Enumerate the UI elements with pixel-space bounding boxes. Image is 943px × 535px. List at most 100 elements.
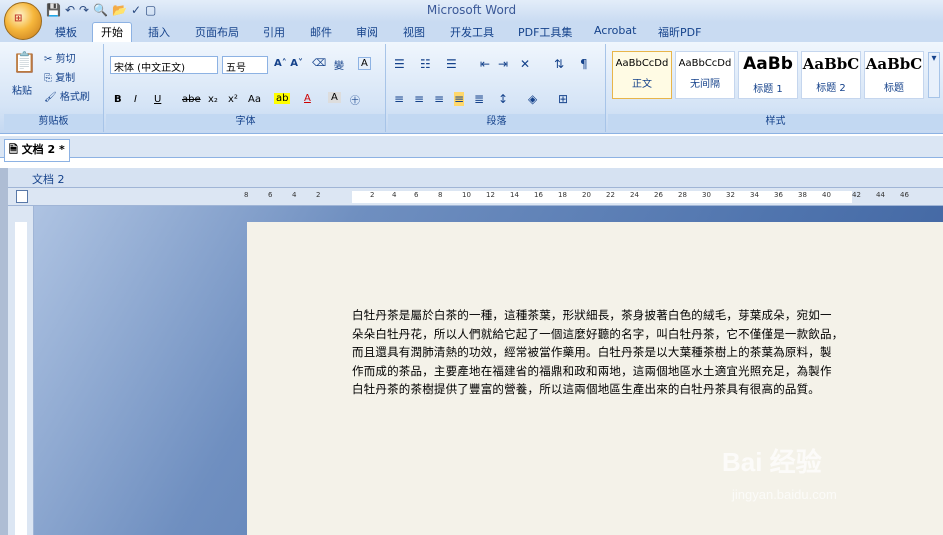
align-center-icon[interactable]: ≡ (414, 92, 424, 106)
document-tab[interactable]: 🗎 文档 2 * (4, 139, 70, 162)
text-line: 白牡丹茶的茶樹提供了豐富的營養，所以這兩個地區生產出來的白牡丹茶具有很高的品質。 (352, 382, 820, 396)
tab-selector-icon[interactable] (16, 190, 28, 203)
show-marks-icon[interactable]: ¶ (580, 57, 588, 71)
ruler-tick: 6 (414, 191, 419, 199)
line-spacing-icon[interactable]: ↕ (498, 92, 508, 106)
tab-page-layout[interactable]: 页面布局 (195, 24, 239, 40)
style-name: 标题 2 (816, 83, 846, 94)
style-preview: AaBbCcDd (678, 58, 732, 69)
cut-button[interactable]: ✂ 剪切 (44, 50, 76, 65)
italic-button[interactable]: I (134, 94, 137, 105)
decrease-indent-icon[interactable]: ⇤ (480, 57, 490, 71)
ruler-tick: 38 (798, 191, 807, 199)
tab-references[interactable]: 引用 (263, 24, 285, 40)
borders-icon[interactable]: ⊞ (558, 92, 568, 106)
phonetic-guide-button[interactable]: 變 (334, 57, 344, 72)
clipboard-group-label: 剪贴板 (4, 114, 103, 130)
paste-button[interactable]: 粘贴 (12, 82, 32, 97)
font-color-button[interactable]: A (304, 93, 311, 104)
ribbon-tabs: 模板 开始 插入 页面布局 引用 邮件 审阅 视图 开发工具 PDF工具集 Ac… (0, 22, 943, 43)
copy-label: 复制 (55, 73, 76, 84)
char-border-button[interactable]: A (358, 57, 371, 70)
distributed-icon[interactable]: ≣ (474, 92, 484, 106)
ruler-tick: 2 (370, 191, 375, 199)
vertical-ruler[interactable] (8, 206, 34, 535)
copy-icon: ⎘ (44, 73, 56, 84)
style-heading-1[interactable]: AaBb 标题 1 (738, 51, 798, 99)
ruler-tick: 42 (852, 191, 861, 199)
strikethrough-button[interactable]: abe (182, 94, 201, 105)
align-right-icon[interactable]: ≡ (434, 92, 444, 106)
tab-template[interactable]: 模板 (55, 24, 77, 40)
style-preview: AaBb (743, 54, 793, 74)
ruler-tick: 18 (558, 191, 567, 199)
tab-home[interactable]: 开始 (92, 22, 132, 43)
scissors-icon: ✂ (44, 54, 56, 65)
ruler-tick: 4 (392, 191, 397, 199)
document-tab-bar: 🗎 文档 2 * (0, 136, 943, 162)
styles-more-button[interactable]: ▾ (928, 52, 940, 98)
document-window-title: 文档 2 (8, 168, 943, 188)
style-heading-2[interactable]: AaBbC 标题 2 (801, 51, 861, 99)
sort-icon[interactable]: ⇅ (554, 57, 564, 71)
ruler-tick: 32 (726, 191, 735, 199)
ruler-tick: 28 (678, 191, 687, 199)
bullets-icon[interactable]: ☰ (394, 57, 405, 71)
ruler-tick: 22 (606, 191, 615, 199)
enclose-chars-button[interactable]: ㊉ (350, 92, 360, 107)
paragraph-group-label: 段落 (388, 114, 605, 130)
tab-insert[interactable]: 插入 (148, 24, 170, 40)
ruler-tick: 46 (900, 191, 909, 199)
ruler-tick: 2 (316, 191, 321, 199)
cut-label: 剪切 (55, 54, 76, 65)
char-shading-button[interactable]: A (328, 92, 341, 103)
tab-acrobat[interactable]: Acrobat (594, 24, 636, 37)
tab-mailings[interactable]: 邮件 (310, 24, 332, 40)
style-preview: AaBbC (802, 55, 860, 73)
tab-foxit-pdf[interactable]: 福昕PDF (658, 24, 701, 40)
style-name: 正文 (632, 79, 652, 90)
tab-pdf-tools[interactable]: PDF工具集 (518, 24, 572, 40)
font-group-label: 字体 (106, 114, 385, 130)
vruler-text-area (15, 222, 27, 535)
grow-font-button[interactable]: A˄ A˅ (274, 58, 303, 69)
ruler-tick: 24 (630, 191, 639, 199)
style-no-spacing[interactable]: AaBbCcDd 无间隔 (675, 51, 735, 99)
underline-button[interactable]: U (154, 94, 161, 105)
change-case-button[interactable]: Aa (248, 94, 261, 105)
chinese-layout-icon[interactable]: ✕ (520, 57, 530, 71)
font-size-select[interactable]: 五号 (222, 56, 268, 74)
style-normal[interactable]: AaBbCcDd 正文 (612, 51, 672, 99)
highlight-button[interactable]: ab (274, 93, 291, 104)
ruler-tick: 34 (750, 191, 759, 199)
style-name: 标题 1 (753, 84, 783, 95)
numbering-icon[interactable]: ☷ (420, 57, 431, 71)
superscript-button[interactable]: x² (228, 94, 238, 105)
format-painter-button[interactable]: 🖌 格式刷 (44, 88, 90, 103)
subscript-button[interactable]: x₂ (208, 94, 218, 105)
tab-developer[interactable]: 开发工具 (450, 24, 494, 40)
ruler-tick: 4 (292, 191, 297, 199)
tab-review[interactable]: 审阅 (356, 24, 378, 40)
justify-icon[interactable]: ≡ (454, 92, 465, 106)
font-name-select[interactable]: 宋体 (中文正文) (110, 56, 218, 74)
shading-icon[interactable]: ◈ (528, 92, 537, 106)
multilevel-list-icon[interactable]: ☰ (446, 57, 457, 71)
office-button[interactable]: ⊞ (4, 2, 42, 40)
ruler-tick: 6 (268, 191, 273, 199)
increase-indent-icon[interactable]: ⇥ (498, 57, 508, 71)
tab-view[interactable]: 视图 (403, 24, 425, 40)
horizontal-ruler[interactable]: 8 6 4 2 2 4 6 8 10 12 14 16 18 20 22 24 26 28 30 32 34 36 38 40… (8, 188, 943, 206)
paragraph-group: ☰ ☷ ☰ ⇤ ⇥ ✕ ⇅ ¶ ≡ ≡ ≡ ≡ ≣ ↕ ◈ ⊞ 段落 (388, 44, 606, 132)
align-left-icon[interactable]: ≡ (394, 92, 404, 106)
ruler-tick: 8 (438, 191, 443, 199)
bold-button[interactable]: B (114, 94, 122, 105)
copy-button[interactable]: ⎘ 复制 (44, 69, 75, 84)
style-title[interactable]: AaBbC 标题 (864, 51, 924, 99)
ruler-tick: 12 (486, 191, 495, 199)
ruler-tick: 8 (244, 191, 249, 199)
paste-icon[interactable]: 📋 (12, 50, 37, 74)
ruler-tick: 16 (534, 191, 543, 199)
clear-format-button[interactable]: ⌫ (312, 58, 326, 69)
document-paragraph[interactable]: 白牡丹茶是屬於白茶的一種，這種茶葉，形狀細長，茶身披著白色的絨毛，芽葉成朵，宛如… (352, 306, 862, 399)
